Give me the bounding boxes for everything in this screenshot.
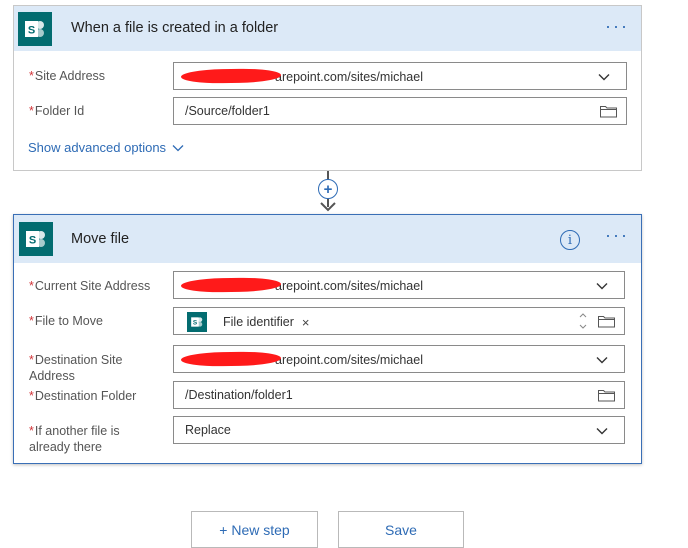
sharepoint-icon: S [18,12,52,46]
if-exists-dropdown[interactable]: Replace [173,416,625,444]
chevron-down-icon[interactable] [596,354,608,366]
show-advanced-options-link[interactable]: Show advanced options [28,140,184,155]
if-exists-value: Replace [185,423,231,437]
site-address-label: *Site Address [29,69,106,83]
move-file-header[interactable]: S Move file i ··· [14,215,641,263]
info-icon[interactable]: i [560,230,580,250]
current-site-value: arepoint.com/sites/michael [275,279,423,293]
new-step-button[interactable]: + New step [191,511,318,548]
token-label: File identifier [223,315,294,329]
sharepoint-icon: S [187,312,207,332]
destination-folder-value: /Destination/folder1 [185,388,293,402]
current-site-label: *Current Site Address [29,279,151,293]
site-address-dropdown[interactable]: arepoint.com/sites/michael [173,62,627,90]
chevron-down-icon[interactable] [596,425,608,437]
save-button[interactable]: Save [338,511,464,548]
current-site-dropdown[interactable]: arepoint.com/sites/michael [173,271,625,299]
destination-folder-input[interactable]: /Destination/folder1 [173,381,625,409]
trigger-header[interactable]: S When a file is created in a folder ··· [14,6,641,51]
stepper-icon[interactable] [578,310,588,332]
trigger-card: S When a file is created in a folder ···… [13,5,642,171]
folder-id-input[interactable]: /Source/folder1 [173,97,627,125]
folder-icon[interactable] [598,315,615,328]
destination-site-dropdown[interactable]: arepoint.com/sites/michael [173,345,625,373]
redaction-mark [180,68,282,84]
add-step-plus-icon[interactable]: + [318,179,338,199]
sharepoint-icon: S [19,222,53,256]
redaction-mark [180,277,282,293]
redaction-mark [180,351,282,367]
more-icon[interactable]: ··· [605,17,629,35]
remove-token-icon[interactable]: × [302,315,310,330]
destination-site-value: arepoint.com/sites/michael [275,353,423,367]
if-exists-label: *If another file is already there [29,424,120,454]
svg-text:S: S [29,235,36,247]
folder-id-label: *Folder Id [29,104,85,118]
arrow-down-icon [320,202,336,212]
file-identifier-token[interactable]: S File identifier × [187,311,309,333]
site-address-value: arepoint.com/sites/michael [275,70,423,84]
move-file-card: S Move file i ··· *Current Site Address … [13,214,642,464]
trigger-title: When a file is created in a folder [71,20,279,36]
chevron-down-icon[interactable] [596,280,608,292]
move-file-title: Move file [71,231,130,247]
folder-icon[interactable] [600,105,617,118]
chevron-down-icon [172,145,184,152]
svg-text:S: S [193,320,198,327]
destination-site-label: *Destination Site Address [29,353,123,383]
folder-id-value: /Source/folder1 [185,104,270,118]
file-to-move-input[interactable]: S File identifier × [173,307,625,335]
destination-folder-label: *Destination Folder [29,389,137,403]
chevron-down-icon[interactable] [598,71,610,83]
more-icon[interactable]: ··· [605,226,629,244]
folder-icon[interactable] [598,389,615,402]
svg-text:S: S [28,25,35,37]
file-to-move-label: *File to Move [29,314,103,328]
